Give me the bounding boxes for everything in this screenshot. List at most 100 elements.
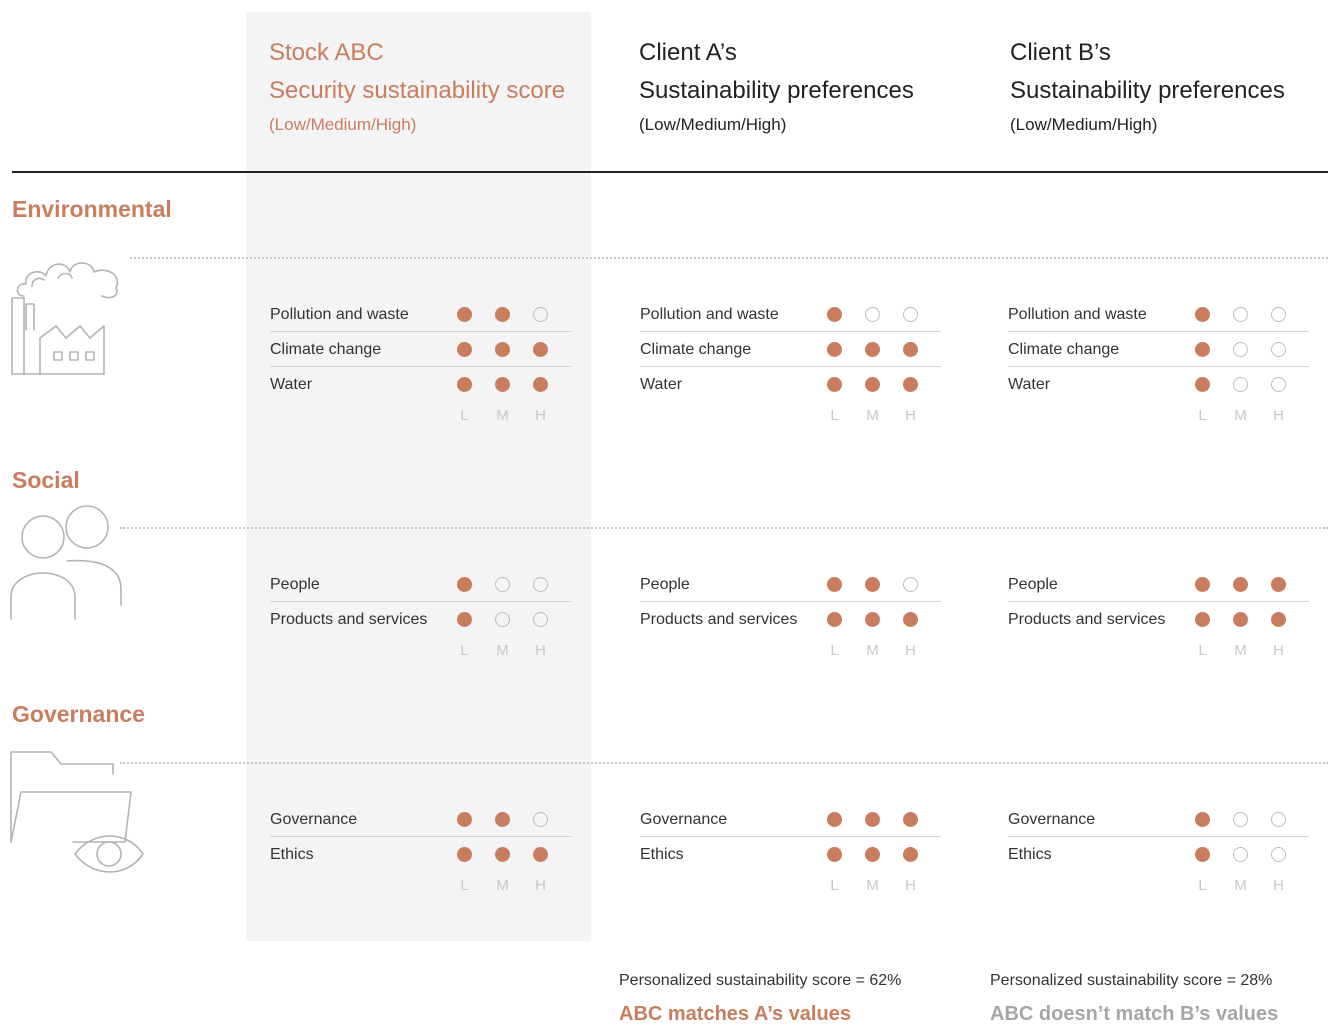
rating-dot-filled bbox=[903, 377, 918, 392]
stock-column-header: Stock ABC Security sustainability score … bbox=[269, 34, 565, 140]
row-label: Products and services bbox=[270, 611, 428, 628]
scale-label-low: L bbox=[460, 407, 469, 424]
rating-dot-filled bbox=[495, 812, 510, 827]
stock-row: Ethics bbox=[270, 837, 571, 872]
stock-header-subtitle: Security sustainability score bbox=[269, 77, 566, 104]
client-b-row: Climate change bbox=[1008, 332, 1309, 367]
scale-labels: LMH bbox=[640, 642, 941, 662]
scale-label-low: L bbox=[830, 877, 839, 894]
header-divider bbox=[12, 171, 1328, 173]
client-a-row: Climate change bbox=[640, 332, 941, 367]
scale-label-medium: M bbox=[866, 642, 879, 659]
client-a-header-scale-note: (Low/Medium/High) bbox=[639, 115, 787, 134]
rating-dot-empty bbox=[903, 307, 918, 322]
row-label: Climate change bbox=[1008, 341, 1120, 358]
scale-labels: LMH bbox=[1008, 407, 1309, 427]
row-label: Pollution and waste bbox=[1008, 306, 1147, 323]
rating-dot-empty bbox=[533, 812, 548, 827]
client-b-score: Personalized sustainability score = 28% bbox=[990, 972, 1273, 989]
rating-dot-filled bbox=[827, 812, 842, 827]
client-b-column-header: Client B’s Sustainability preferences (L… bbox=[1010, 34, 1285, 140]
scale-label-high: H bbox=[1273, 407, 1284, 424]
section-title-governance: Governance bbox=[12, 701, 145, 727]
row-label: Climate change bbox=[640, 341, 752, 358]
rating-dot-empty bbox=[1271, 342, 1286, 357]
rating-dot-filled bbox=[827, 577, 842, 592]
scale-labels: LMH bbox=[270, 877, 571, 897]
client-b-row: Pollution and waste bbox=[1008, 297, 1309, 332]
scale-label-high: H bbox=[905, 877, 916, 894]
rating-dot-filled bbox=[827, 847, 842, 862]
rating-dot-filled bbox=[457, 812, 472, 827]
rating-dot-filled bbox=[903, 342, 918, 357]
rating-dot-filled bbox=[533, 342, 548, 357]
rating-dot-filled bbox=[1271, 612, 1286, 627]
rating-dot-empty bbox=[1233, 342, 1248, 357]
rating-dot-filled bbox=[865, 812, 880, 827]
rating-dot-empty bbox=[533, 307, 548, 322]
rating-dot-empty bbox=[1271, 847, 1286, 862]
rating-dot-filled bbox=[865, 577, 880, 592]
rating-dot-filled bbox=[1195, 812, 1210, 827]
row-label: Products and services bbox=[640, 611, 798, 628]
scale-label-low: L bbox=[460, 642, 469, 659]
scale-label-high: H bbox=[1273, 877, 1284, 894]
stock-header-title: Stock ABC bbox=[269, 39, 384, 66]
client-b-row: People bbox=[1008, 567, 1309, 602]
client-a-row: Pollution and waste bbox=[640, 297, 941, 332]
scale-label-medium: M bbox=[1234, 407, 1247, 424]
rating-dot-empty bbox=[1271, 307, 1286, 322]
stock-header-scale-note: (Low/Medium/High) bbox=[269, 115, 417, 134]
client-b-row: Products and services bbox=[1008, 602, 1309, 637]
rating-dot-filled bbox=[865, 377, 880, 392]
rating-dot-empty bbox=[533, 612, 548, 627]
rating-dot-empty bbox=[533, 577, 548, 592]
row-label: People bbox=[1008, 576, 1058, 593]
client-b-header-scale-note: (Low/Medium/High) bbox=[1010, 115, 1158, 134]
client-b-row: Governance bbox=[1008, 802, 1309, 837]
scale-label-medium: M bbox=[496, 877, 509, 894]
rating-dot-filled bbox=[495, 377, 510, 392]
rating-dot-filled bbox=[865, 342, 880, 357]
stock-row: Pollution and waste bbox=[270, 297, 571, 332]
row-label: Ethics bbox=[270, 846, 314, 863]
row-label: Climate change bbox=[270, 341, 382, 358]
rating-dot-filled bbox=[903, 612, 918, 627]
rating-dot-filled bbox=[1195, 307, 1210, 322]
factory-icon bbox=[11, 262, 119, 375]
rating-dot-filled bbox=[495, 342, 510, 357]
rating-dot-empty bbox=[865, 307, 880, 322]
client-a-verdict: ABC matches A’s values bbox=[619, 1003, 851, 1025]
scale-label-medium: M bbox=[496, 642, 509, 659]
row-label: Water bbox=[640, 376, 683, 393]
scale-label-low: L bbox=[460, 877, 469, 894]
scale-label-medium: M bbox=[1234, 877, 1247, 894]
rating-dot-empty bbox=[495, 577, 510, 592]
scale-label-high: H bbox=[905, 642, 916, 659]
stock-row: Governance bbox=[270, 802, 571, 837]
client-a-score: Personalized sustainability score = 62% bbox=[619, 972, 902, 989]
rating-dot-filled bbox=[457, 377, 472, 392]
client-a-row: Ethics bbox=[640, 837, 941, 872]
row-label: Water bbox=[270, 376, 313, 393]
rating-dot-empty bbox=[1233, 847, 1248, 862]
row-label: Ethics bbox=[640, 846, 684, 863]
client-a-row: People bbox=[640, 567, 941, 602]
scale-labels: LMH bbox=[640, 877, 941, 897]
rating-dot-filled bbox=[457, 612, 472, 627]
rating-dot-empty bbox=[1271, 377, 1286, 392]
rating-dot-empty bbox=[1233, 812, 1248, 827]
rating-dot-filled bbox=[827, 377, 842, 392]
scale-label-high: H bbox=[1273, 642, 1284, 659]
rating-dot-empty bbox=[903, 577, 918, 592]
row-label: Governance bbox=[270, 811, 358, 828]
client-b-row: Ethics bbox=[1008, 837, 1309, 872]
rating-dot-filled bbox=[1233, 612, 1248, 627]
scale-labels: LMH bbox=[270, 407, 571, 427]
social-dotted-line bbox=[120, 527, 1328, 529]
rating-dot-filled bbox=[827, 342, 842, 357]
rating-dot-filled bbox=[457, 307, 472, 322]
rating-dot-filled bbox=[457, 577, 472, 592]
rating-dot-empty bbox=[495, 612, 510, 627]
environmental-dotted-line bbox=[130, 257, 1328, 259]
